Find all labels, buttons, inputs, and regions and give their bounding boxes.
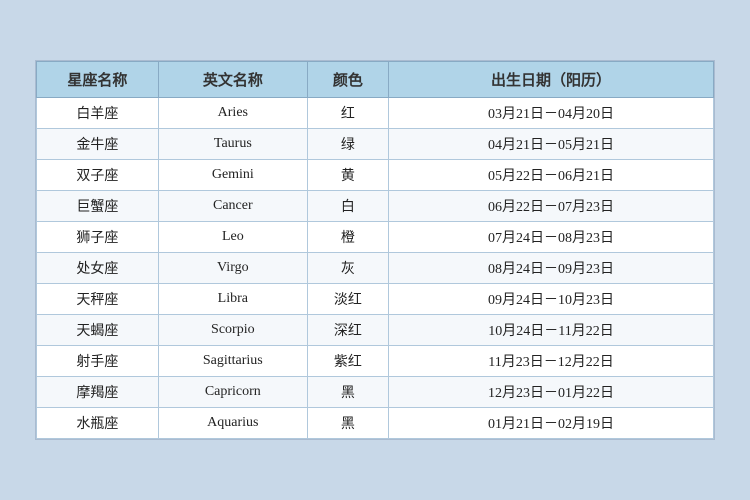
cell-color: 深红 bbox=[307, 315, 388, 346]
cell-date: 01月21日－02月19日 bbox=[389, 408, 714, 439]
cell-chinese: 天蝎座 bbox=[37, 315, 159, 346]
cell-color: 紫红 bbox=[307, 346, 388, 377]
cell-date: 06月22日－07月23日 bbox=[389, 191, 714, 222]
table-header-row: 星座名称 英文名称 颜色 出生日期（阳历） bbox=[37, 62, 714, 98]
table-row: 摩羯座Capricorn黑12月23日－01月22日 bbox=[37, 377, 714, 408]
table-row: 水瓶座Aquarius黑01月21日－02月19日 bbox=[37, 408, 714, 439]
header-english: 英文名称 bbox=[158, 62, 307, 98]
table-row: 金牛座Taurus绿04月21日－05月21日 bbox=[37, 129, 714, 160]
cell-date: 12月23日－01月22日 bbox=[389, 377, 714, 408]
table-row: 天蝎座Scorpio深红10月24日－11月22日 bbox=[37, 315, 714, 346]
cell-color: 白 bbox=[307, 191, 388, 222]
cell-english: Cancer bbox=[158, 191, 307, 222]
table-row: 巨蟹座Cancer白06月22日－07月23日 bbox=[37, 191, 714, 222]
cell-color: 红 bbox=[307, 98, 388, 129]
cell-date: 03月21日－04月20日 bbox=[389, 98, 714, 129]
cell-chinese: 处女座 bbox=[37, 253, 159, 284]
table-row: 狮子座Leo橙07月24日－08月23日 bbox=[37, 222, 714, 253]
cell-date: 11月23日－12月22日 bbox=[389, 346, 714, 377]
table-row: 处女座Virgo灰08月24日－09月23日 bbox=[37, 253, 714, 284]
cell-date: 08月24日－09月23日 bbox=[389, 253, 714, 284]
cell-english: Virgo bbox=[158, 253, 307, 284]
cell-chinese: 白羊座 bbox=[37, 98, 159, 129]
header-date: 出生日期（阳历） bbox=[389, 62, 714, 98]
cell-english: Taurus bbox=[158, 129, 307, 160]
cell-english: Aries bbox=[158, 98, 307, 129]
cell-english: Aquarius bbox=[158, 408, 307, 439]
cell-english: Sagittarius bbox=[158, 346, 307, 377]
cell-chinese: 天秤座 bbox=[37, 284, 159, 315]
cell-chinese: 巨蟹座 bbox=[37, 191, 159, 222]
cell-color: 黄 bbox=[307, 160, 388, 191]
cell-date: 05月22日－06月21日 bbox=[389, 160, 714, 191]
cell-english: Scorpio bbox=[158, 315, 307, 346]
cell-english: Leo bbox=[158, 222, 307, 253]
table-row: 射手座Sagittarius紫红11月23日－12月22日 bbox=[37, 346, 714, 377]
cell-color: 绿 bbox=[307, 129, 388, 160]
cell-color: 淡红 bbox=[307, 284, 388, 315]
cell-color: 黑 bbox=[307, 377, 388, 408]
cell-color: 黑 bbox=[307, 408, 388, 439]
table-body: 白羊座Aries红03月21日－04月20日金牛座Taurus绿04月21日－0… bbox=[37, 98, 714, 439]
cell-chinese: 射手座 bbox=[37, 346, 159, 377]
cell-chinese: 水瓶座 bbox=[37, 408, 159, 439]
cell-chinese: 双子座 bbox=[37, 160, 159, 191]
cell-english: Capricorn bbox=[158, 377, 307, 408]
cell-english: Libra bbox=[158, 284, 307, 315]
cell-color: 橙 bbox=[307, 222, 388, 253]
zodiac-table-container: 星座名称 英文名称 颜色 出生日期（阳历） 白羊座Aries红03月21日－04… bbox=[35, 60, 715, 440]
cell-date: 04月21日－05月21日 bbox=[389, 129, 714, 160]
cell-date: 09月24日－10月23日 bbox=[389, 284, 714, 315]
cell-chinese: 摩羯座 bbox=[37, 377, 159, 408]
zodiac-table: 星座名称 英文名称 颜色 出生日期（阳历） 白羊座Aries红03月21日－04… bbox=[36, 61, 714, 439]
cell-chinese: 金牛座 bbox=[37, 129, 159, 160]
table-row: 天秤座Libra淡红09月24日－10月23日 bbox=[37, 284, 714, 315]
cell-date: 07月24日－08月23日 bbox=[389, 222, 714, 253]
table-row: 白羊座Aries红03月21日－04月20日 bbox=[37, 98, 714, 129]
cell-english: Gemini bbox=[158, 160, 307, 191]
header-color: 颜色 bbox=[307, 62, 388, 98]
table-row: 双子座Gemini黄05月22日－06月21日 bbox=[37, 160, 714, 191]
cell-chinese: 狮子座 bbox=[37, 222, 159, 253]
cell-date: 10月24日－11月22日 bbox=[389, 315, 714, 346]
header-chinese: 星座名称 bbox=[37, 62, 159, 98]
cell-color: 灰 bbox=[307, 253, 388, 284]
